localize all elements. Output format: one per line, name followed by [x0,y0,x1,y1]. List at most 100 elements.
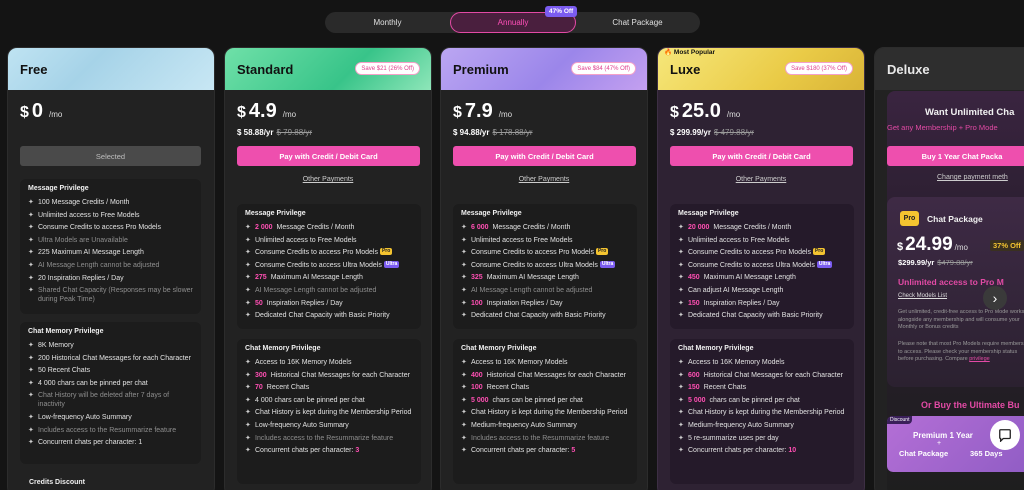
sparkle-icon: ✦ [678,384,684,392]
sparkle-icon: ✦ [28,274,34,282]
list-item: ✦ Concurrent chats per character: 10 [678,447,797,455]
list-item: ✦ 225 Maximum AI Message Length [28,249,144,257]
list-item: ✦ Chat History is kept during the Members… [461,409,628,417]
sparkle-icon: ✦ [461,384,467,392]
section-title: Message Privilege [678,210,739,217]
price: $ 0 /mo [20,100,62,123]
want-unlimited-title: Want Unlimited Cha [925,107,1015,118]
sparkle-icon: ✦ [28,199,34,206]
check-models-link[interactable]: Check Models List [898,293,947,299]
price-amount: 4.9 [248,100,277,122]
sparkle-icon: ✦ [461,274,467,282]
list-item: ✦ 150 Recent Chats [678,384,747,392]
sparkle-icon: ✦ [678,224,684,231]
list-item: ✦ Unlimited access to Free Models [245,236,357,244]
sparkle-icon: ✦ [28,392,34,400]
sparkle-icon: ✦ [245,434,251,442]
list-item: ✦ 20 Inspiration Replies / Day [28,274,124,282]
card-header: Deluxe [875,48,1024,90]
list-item: ✦ 200 Historical Chat Messages for each C… [28,354,191,362]
sparkle-icon: ✦ [461,261,467,269]
list-item: ✦ Access to 16K Memory Models [245,359,352,366]
other-payments-link[interactable]: Other Payments [658,176,864,183]
sparkle-icon: ✦ [245,371,251,379]
sparkle-icon: ✦ [461,236,467,244]
old-yearly-price: $ 178.88/yr [492,128,533,137]
yearly-price: $ 58.88/yr $ 79.88/yr [237,128,313,137]
yearly-price: $ 94.88/yr $ 178.88/yr [453,128,533,137]
sparkle-icon: ✦ [678,409,684,417]
message-privilege-section: Message Privilege ✦ 20 000 Message Credits… [670,204,854,329]
list-item: ✦ 150 Inspiration Replies / Day [678,299,780,307]
price: $ 25.0 /mo [670,100,740,123]
privilege-link[interactable]: privilege [969,356,989,362]
most-popular-label: 🔥 Most Popular [664,49,716,56]
price: $ 7.9 /mo [453,100,512,123]
sparkle-icon: ✦ [245,447,251,455]
tab-monthly[interactable]: Monthly [325,12,450,33]
selected-button[interactable]: Selected [20,146,201,166]
pay-card-button[interactable]: Pay with Credit / Debit Card [453,146,636,166]
chat-bubble-icon[interactable] [990,420,1020,450]
discount-tag: Discount [887,416,913,424]
currency: $ [670,104,679,121]
pay-card-button[interactable]: Pay with Credit / Debit Card [670,146,853,166]
other-payments-link[interactable]: Other Payments [225,176,431,183]
sparkle-icon: ✦ [28,367,34,375]
list-item: ✦ Unlimited access to Free Models [678,236,790,244]
section-title: Chat Memory Privilege [28,328,104,335]
card-header: Premium Save $84 (47% Off) [441,48,647,90]
list-item: ✦ Access to 16K Memory Models [678,359,785,366]
list-item: ✦ Access to 16K Memory Models [461,359,568,366]
billing-toggle: Monthly Annually Chat Package [325,12,700,33]
change-payment-link[interactable]: Change payment meth [937,174,1008,181]
sparkle-icon: ✦ [678,261,684,269]
sparkle-icon: ✦ [678,274,684,282]
plan-name: Free [20,62,48,77]
list-item: ✦ 5 re-summarize uses per day [678,434,779,442]
price-period: /mo [726,110,741,119]
message-privilege-section: Message Privilege ✦ 6 000 Message Credits … [453,204,637,329]
other-payments-link[interactable]: Other Payments [441,176,647,183]
sparkle-icon: ✦ [245,384,251,392]
sparkle-icon: ✦ [28,224,34,232]
currency: $ [453,104,462,121]
list-item: ✦ 275 Maximum AI Message Length [245,274,363,282]
pro-tag: Pro [812,248,826,256]
card-header: 🔥 Most Popular Luxe Save $180 (37% Off) [658,48,864,90]
price-amount: 25.0 [681,100,721,122]
tab-chat-package[interactable]: Chat Package [575,12,700,33]
list-item: ✦ Includes access to the Resummarize feat… [245,434,394,442]
sparkle-icon: ✦ [678,434,684,442]
sparkle-icon: ✦ [28,439,34,447]
discount-badge: 37% Off [990,240,1024,251]
buy-chat-package-button[interactable]: Buy 1 Year Chat Packa [887,146,1024,166]
sparkle-icon: ✦ [678,396,684,404]
pay-card-button[interactable]: Pay with Credit / Debit Card [237,146,420,166]
list-item: ✦ Low-frequency Auto Summary [245,421,349,429]
list-item: ✦ 600 Historical Chat Messages for each Ch… [678,371,843,379]
section-title: Message Privilege [28,185,89,192]
chevron-right-icon[interactable]: › [983,286,1007,310]
chat-memory-section: Chat Memory Privilege ✦ 8K Memory ✦ 200 Hi… [20,322,201,464]
list-item: ✦ 4 000 chars can be pinned per chat [245,396,365,404]
sparkle-icon: ✦ [28,287,34,295]
sparkle-icon: ✦ [28,211,34,219]
chat-memory-section: Chat Memory Privilege ✦ Access to 16K Mem… [453,339,637,484]
old-yearly-price: $479.88/yr [937,258,973,267]
list-item: ✦ Includes access to the Resummarize feat… [28,426,177,434]
sparkle-icon: ✦ [245,359,251,366]
list-item: ✦ Dedicated Chat Capacity with Basic Prio… [678,312,823,320]
message-privilege-section: Message Privilege ✦ 2 000 Message Credits … [237,204,421,329]
ultra-tag: Ultra [383,260,400,268]
list-item: ✦ Consume Credits to access Ultra Models U… [461,260,616,269]
currency: $ [237,104,246,121]
sparkle-icon: ✦ [461,299,467,307]
card-header: Free [8,48,214,90]
sparkle-icon: ✦ [28,342,34,349]
fire-icon: 🔥 [664,49,673,56]
pro-tag: Pro [379,248,393,256]
sparkle-icon: ✦ [28,413,34,421]
get-membership-text: Get any Membership + Pro Mode [887,123,998,132]
list-item: ✦ Consume Credits to access Pro Models Pro [678,248,826,257]
